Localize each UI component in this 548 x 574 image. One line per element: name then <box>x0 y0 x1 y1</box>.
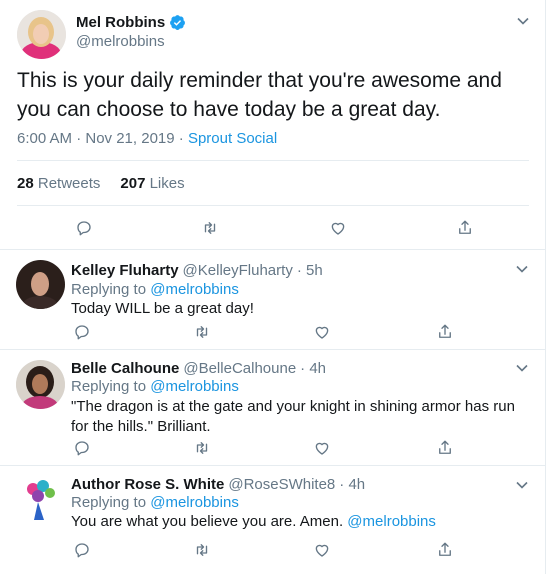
avatar[interactable] <box>16 360 65 409</box>
retweets-stat[interactable]: 28 Retweets <box>17 175 100 192</box>
share-icon <box>439 440 451 454</box>
mention-link[interactable]: @melrobbins <box>150 281 239 298</box>
author-handle[interactable]: @BelleCalhoune <box>183 360 296 377</box>
author-name[interactable]: Kelley Fluharty <box>71 262 179 279</box>
like-button[interactable] <box>312 438 332 458</box>
divider <box>17 160 529 161</box>
author-name[interactable]: Mel Robbins <box>76 14 165 31</box>
mention-link[interactable]: @melrobbins <box>150 378 239 395</box>
reply-text: "The dragon is at the gate and your knig… <box>71 398 515 435</box>
retweet-button[interactable] <box>192 322 212 342</box>
tweet-timestamp[interactable]: 6:00 AM · Nov 21, 2019 <box>17 130 175 147</box>
author-handle[interactable]: @RoseSWhite8 <box>228 476 335 493</box>
like-button[interactable] <box>312 540 332 560</box>
retweet-button[interactable] <box>192 438 212 458</box>
replying-to: Replying to @melrobbins <box>71 378 239 395</box>
reply-tweet[interactable]: Author Rose S. White @RoseSWhite8 · 4h R… <box>0 466 546 574</box>
reply-button[interactable] <box>72 322 92 342</box>
chevron-down-icon[interactable] <box>515 262 529 276</box>
reply-text-body: You are what you believe you are. Amen. <box>71 513 344 530</box>
reply-button[interactable] <box>74 218 94 238</box>
like-button[interactable] <box>328 218 348 238</box>
retweet-icon <box>196 442 208 454</box>
chevron-down-icon[interactable] <box>515 478 529 492</box>
share-button[interactable] <box>435 540 455 560</box>
tweet-text: This is your daily reminder that you're … <box>17 69 502 121</box>
reply-icon <box>75 325 89 340</box>
retweet-button[interactable] <box>192 540 212 560</box>
replying-to: Replying to @melrobbins <box>71 494 239 511</box>
share-button[interactable] <box>455 218 475 238</box>
likes-stat[interactable]: 207 Likes <box>120 175 184 192</box>
share-button[interactable] <box>435 438 455 458</box>
author-handle[interactable]: @KelleyFluharty <box>183 262 293 279</box>
chevron-down-icon[interactable] <box>516 14 530 28</box>
like-icon <box>315 544 329 557</box>
retweet-icon <box>196 544 208 556</box>
reply-tweet[interactable]: Belle Calhoune @BelleCalhoune · 4h Reply… <box>0 350 546 466</box>
reply-button[interactable] <box>72 438 92 458</box>
avatar[interactable] <box>17 10 66 59</box>
reply-time[interactable]: · 4h <box>339 476 365 493</box>
share-button[interactable] <box>435 322 455 342</box>
tweet-thread: Mel Robbins @melrobbins This is your dai… <box>0 0 546 574</box>
retweet-icon <box>204 222 216 234</box>
tweet-source[interactable]: Sprout Social <box>188 130 277 147</box>
share-icon <box>439 324 451 338</box>
like-icon <box>315 326 329 339</box>
reply-icon <box>75 543 89 558</box>
reply-time[interactable]: · 4h <box>300 360 326 377</box>
reply-icon <box>75 441 89 456</box>
meta-separator: · <box>178 130 184 147</box>
reply-icon <box>77 221 91 236</box>
reply-text: You are what you believe you are. Amen. … <box>71 512 531 532</box>
share-icon <box>439 542 451 556</box>
tweet-stats: 28 Retweets 207 Likes <box>17 175 185 192</box>
reply-tweet[interactable]: Kelley Fluharty @KelleyFluharty · 5h Rep… <box>0 250 546 350</box>
tweet-meta: 6:00 AM · Nov 21, 2019 · Sprout Social <box>17 130 277 147</box>
retweet-icon <box>196 326 208 338</box>
like-icon <box>315 442 329 455</box>
main-tweet: Mel Robbins @melrobbins This is your dai… <box>0 0 546 250</box>
avatar[interactable] <box>16 476 65 525</box>
author-handle[interactable]: @melrobbins <box>76 33 165 50</box>
author-name[interactable]: Belle Calhoune <box>71 360 179 377</box>
replying-to: Replying to @melrobbins <box>71 281 239 298</box>
reply-button[interactable] <box>72 540 92 560</box>
reply-time[interactable]: · 5h <box>297 262 323 279</box>
author-name[interactable]: Author Rose S. White <box>71 476 224 493</box>
mention-link[interactable]: @melrobbins <box>150 494 239 511</box>
reply-text: Today WILL be a great day! <box>71 300 254 317</box>
share-icon <box>459 220 471 234</box>
retweet-button[interactable] <box>200 218 220 238</box>
like-button[interactable] <box>312 322 332 342</box>
avatar[interactable] <box>16 260 65 309</box>
like-icon <box>331 222 345 235</box>
chevron-down-icon[interactable] <box>515 361 529 375</box>
divider <box>17 205 529 206</box>
mention-link[interactable]: @melrobbins <box>347 513 436 530</box>
verified-icon <box>169 14 186 31</box>
